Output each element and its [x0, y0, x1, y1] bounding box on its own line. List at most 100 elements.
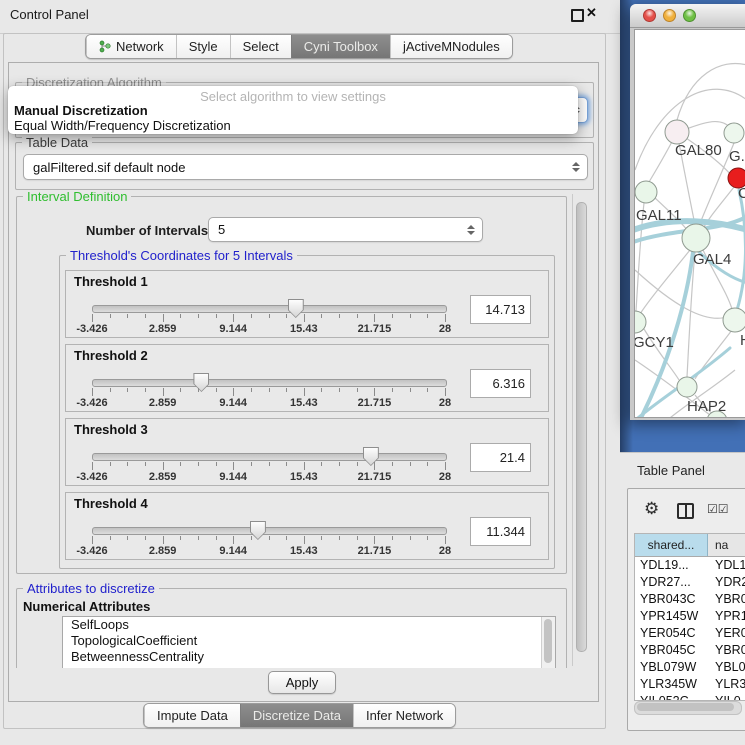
- split-columns-icon[interactable]: [677, 503, 694, 519]
- top-tab-bar: Network Style Select Cyni Toolbox jActiv…: [85, 34, 513, 59]
- threshold-value-field[interactable]: 21.4: [470, 443, 531, 472]
- network-node[interactable]: [635, 181, 657, 203]
- table-horizontal-scrollbar[interactable]: [634, 701, 742, 715]
- attribute-list-item[interactable]: BetweennessCentrality: [63, 649, 555, 665]
- cell-name: YER0: [708, 625, 745, 642]
- slider-track[interactable]: [92, 453, 447, 461]
- table-row[interactable]: YER054C YER0: [635, 625, 745, 642]
- attributes-list[interactable]: SelfLoops TopologicalCoefficient Between…: [62, 616, 556, 668]
- threshold-slider[interactable]: -3.4262.8599.14415.4321.71528: [92, 523, 445, 557]
- table-header-row: shared... na: [635, 534, 745, 557]
- table-row[interactable]: YLR345W YLR3: [635, 676, 745, 693]
- cell-shared-name: YBR045C: [635, 642, 708, 659]
- slider-track[interactable]: [92, 379, 447, 387]
- threshold-value-field[interactable]: 14.713: [470, 295, 531, 324]
- interval-definition-group: Interval Definition Number of Intervals …: [16, 196, 567, 574]
- table-row[interactable]: YDL19... YDL1: [635, 557, 745, 574]
- threshold-slider[interactable]: -3.4262.8599.14415.4321.71528: [92, 375, 445, 409]
- gear-icon[interactable]: ⚙: [644, 499, 659, 519]
- dropdown-options: Manual Discretization Equal Width/Freque…: [14, 103, 572, 133]
- column-header-shared[interactable]: shared...: [635, 534, 708, 556]
- bottom-tab-label: Infer Network: [366, 708, 443, 723]
- bottom-tab[interactable]: Discretize Data: [240, 704, 353, 727]
- settings-scrollbar[interactable]: [572, 194, 588, 666]
- bottom-tab[interactable]: Impute Data: [144, 704, 240, 727]
- slider-track[interactable]: [92, 527, 447, 535]
- threshold-slider[interactable]: -3.4262.8599.14415.4321.71528: [92, 449, 445, 483]
- numerical-attributes-label: Numerical Attributes: [23, 599, 150, 614]
- network-node[interactable]: [682, 224, 710, 252]
- network-window-titlebar[interactable]: [630, 4, 745, 28]
- table-data-combobox[interactable]: galFiltered.sif default node: [23, 154, 588, 180]
- top-tab-label: Style: [189, 39, 218, 54]
- float-window-icon[interactable]: [571, 9, 584, 22]
- threshold-value-field[interactable]: 11.344: [470, 517, 531, 546]
- column-header-name[interactable]: na: [708, 534, 745, 556]
- network-canvas[interactable]: GAL80G...C...GAL11GAL4GCY1HHAP2: [634, 29, 745, 418]
- threshold-value-field[interactable]: 6.316: [470, 369, 531, 398]
- close-icon[interactable]: ✕: [586, 5, 597, 21]
- node-label: GAL11: [636, 207, 682, 224]
- top-tab[interactable]: jActiveMNodules: [390, 35, 512, 58]
- slider-scale-labels: -3.4262.8599.14415.4321.71528: [92, 545, 445, 557]
- table-rows: YDL19... YDL1 YDR27... YDR2 YBR043C YBR0: [635, 557, 745, 701]
- top-tab-label: jActiveMNodules: [403, 39, 500, 54]
- slider-ticks: [92, 536, 445, 545]
- table-row[interactable]: YBL079W YBL0: [635, 659, 745, 676]
- threshold-list: Threshold 1 -3.4262.8599.14415.4321.7152…: [60, 270, 554, 566]
- table-row[interactable]: YBR045C YBR0: [635, 642, 745, 659]
- top-tab[interactable]: Select: [230, 35, 291, 58]
- scrollbar-thumb[interactable]: [637, 703, 734, 711]
- threshold-block: Threshold 1 -3.4262.8599.14415.4321.7152…: [65, 270, 549, 338]
- table-data-group: Table Data galFiltered.sif default node: [15, 142, 594, 190]
- slider-track[interactable]: [92, 305, 447, 313]
- slider-ticks: [92, 314, 445, 323]
- node-label: GCY1: [635, 334, 674, 351]
- table-row[interactable]: YIL052C YIL0: [635, 693, 745, 701]
- attribute-list-item[interactable]: SelfLoops: [63, 617, 555, 633]
- network-window[interactable]: GAL80G...C...GAL11GAL4GCY1HHAP2: [630, 4, 745, 420]
- cell-shared-name: YBR043C: [635, 591, 708, 608]
- cell-shared-name: YER054C: [635, 625, 708, 642]
- attribute-list-item[interactable]: TopologicalCoefficient: [63, 633, 555, 649]
- node-label: GAL80: [675, 142, 722, 159]
- table-panel-title: Table Panel: [637, 463, 705, 478]
- slider-scale-labels: -3.4262.8599.14415.4321.71528: [92, 323, 445, 335]
- node-table: shared... na YDL19... YDL1 YDR27... YDR2: [634, 533, 745, 701]
- dropdown-option[interactable]: Manual Discretization: [14, 103, 572, 118]
- scrollbar-thumb[interactable]: [576, 202, 587, 652]
- dropdown-option[interactable]: Equal Width/Frequency Discretization: [14, 118, 572, 133]
- network-node[interactable]: [665, 120, 689, 144]
- bottom-tab[interactable]: Infer Network: [353, 704, 455, 727]
- minimize-traffic-light-icon[interactable]: [663, 9, 676, 22]
- attributes-list-scrollbar[interactable]: [541, 617, 555, 668]
- network-node[interactable]: [723, 308, 745, 332]
- bottom-tab-bar: Impute Data Discretize Data Infer Networ…: [143, 703, 456, 728]
- table-row[interactable]: YPR145W YPR1: [635, 608, 745, 625]
- close-traffic-light-icon[interactable]: [643, 9, 656, 22]
- top-tab[interactable]: Network: [86, 35, 176, 58]
- top-tab[interactable]: Cyni Toolbox: [291, 35, 390, 58]
- cell-shared-name: YBL079W: [635, 659, 708, 676]
- num-intervals-combobox[interactable]: 5: [208, 217, 483, 242]
- zoom-traffic-light-icon[interactable]: [683, 9, 696, 22]
- checkbox-icons[interactable]: ☑☑: [707, 502, 729, 516]
- table-row[interactable]: YBR043C YBR0: [635, 591, 745, 608]
- network-node[interactable]: [724, 123, 744, 143]
- panel-title: Control Panel: [10, 7, 89, 22]
- top-tab[interactable]: Style: [176, 35, 230, 58]
- threshold-label: Threshold 2: [74, 348, 148, 363]
- threshold-label: Threshold 4: [74, 496, 148, 511]
- apply-button[interactable]: Apply: [268, 671, 336, 694]
- threshold-slider[interactable]: -3.4262.8599.14415.4321.71528: [92, 301, 445, 335]
- cell-shared-name: YDL19...: [635, 557, 708, 574]
- num-intervals-value: 5: [218, 222, 465, 237]
- top-tab-label: Network: [116, 39, 164, 54]
- table-row[interactable]: YDR27... YDR2: [635, 574, 745, 591]
- cell-name: YBR0: [708, 591, 745, 608]
- cell-shared-name: YIL052C: [635, 693, 708, 701]
- network-node[interactable]: [677, 377, 697, 397]
- threshold-block: Threshold 4 -3.4262.8599.14415.4321.7152…: [65, 492, 549, 560]
- num-intervals-label: Number of Intervals: [86, 223, 208, 238]
- screen: Control Panel ✕ Network Style Select Cy: [0, 0, 745, 745]
